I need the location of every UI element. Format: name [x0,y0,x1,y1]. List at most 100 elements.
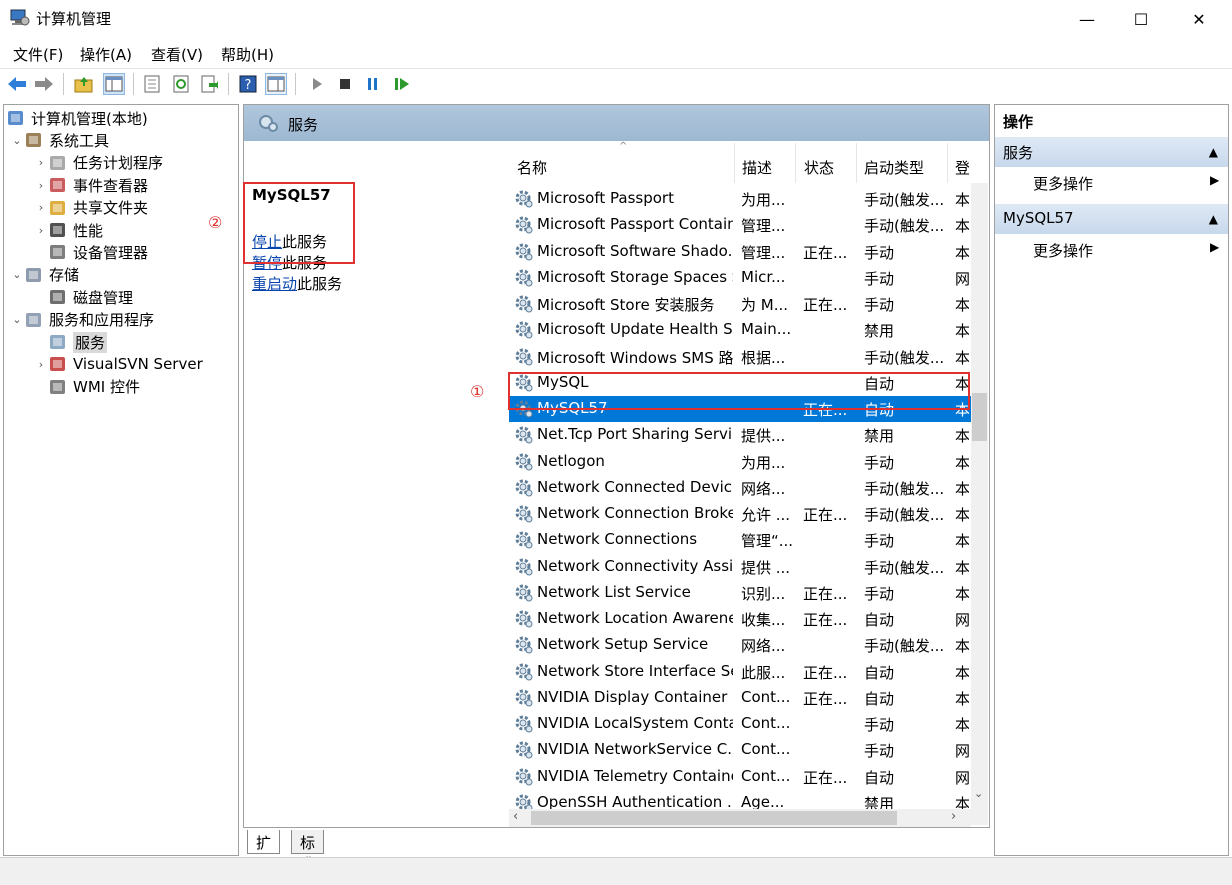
tree-item-label: VisualSVN Server [73,355,203,374]
expand-arrow-icon[interactable]: › [34,179,48,192]
tree-item[interactable]: › 共享文件夹 [4,197,148,219]
tree-item[interactable]: › 性能 [4,219,103,241]
gear-icon [514,740,534,760]
collapse-icon[interactable]: ▲ [1209,145,1218,159]
actions-section-mysql57[interactable]: MySQL57 ▲ [995,204,1228,234]
tab-standard[interactable]: 标准 [291,830,325,873]
scroll-down-icon[interactable]: ⌄ [974,787,983,800]
more-actions-services[interactable]: 更多操作 [1033,173,1093,194]
horizontal-scrollbar[interactable]: ‹ › [509,809,971,827]
expand-arrow-icon[interactable]: ⌄ [10,134,24,147]
service-startup-cell: 自动 [864,689,895,708]
table-row[interactable]: Network Connections 管理“... 手动 本 [509,527,971,553]
shared-folders-icon [48,199,68,217]
table-row[interactable]: Network Location Awarene... 收集... 正在... 自动 网 [509,606,971,632]
minimize-button[interactable]: — [1058,0,1116,38]
forward-arrow-icon[interactable] [33,73,55,95]
back-arrow-icon[interactable] [6,73,28,95]
table-row[interactable]: Network List Service 识别... 正在... 手动 本 [509,580,971,606]
help-icon[interactable]: ? [237,73,259,95]
column-status[interactable]: 状态 [804,157,834,178]
expand-arrow-icon[interactable]: ⌄ [10,313,24,326]
table-row[interactable]: Microsoft Storage Spaces S... Micr... 手动 网 [509,265,971,291]
column-name[interactable]: 名称 [517,157,547,178]
column-startup-type[interactable]: 启动类型 [864,157,924,178]
menu-action[interactable]: 操作(A) [80,44,132,65]
tree-item[interactable]: 服务 [4,331,108,353]
table-row[interactable]: Microsoft Update Health S... Main... 禁用 本 [509,317,971,343]
restart-service-icon[interactable] [391,73,413,95]
table-row[interactable]: Microsoft Windows SMS 路... 根据... 手动(触发... 本 [509,344,971,370]
table-row[interactable]: NVIDIA Telemetry Container Cont... 正在... 自动… [509,764,971,790]
tree-item[interactable]: › 事件查看器 [4,174,148,196]
properties-icon[interactable] [141,73,163,95]
service-logon-cell: 本 [955,663,969,682]
expand-arrow-icon[interactable]: › [34,156,48,169]
table-row[interactable]: NVIDIA LocalSystem Conta... Cont... 手动 本 [509,711,971,737]
tree-item[interactable]: ⌄ 存储 [4,264,79,286]
expand-arrow-icon[interactable]: › [34,358,48,371]
table-row[interactable]: Network Store Interface Se... 此服... 正在... 自… [509,659,971,685]
service-startup-cell: 自动 [864,768,895,787]
annotation-two: ② [208,213,223,232]
service-logon-cell: 本 [955,532,969,551]
restart-service-link[interactable]: 重启动 [252,275,297,293]
service-startup-cell: 自动 [864,663,895,682]
scroll-left-icon[interactable]: ‹ [513,809,518,824]
gear-icon [514,504,534,524]
column-logon[interactable]: 登 [955,157,969,178]
tree-item[interactable]: › 任务计划程序 [4,152,163,174]
actions-section-services[interactable]: 服务 ▲ [995,137,1228,167]
table-row[interactable]: Network Connection Broker 允许 ... 正在... 手动(触… [509,501,971,527]
tree-item[interactable]: ⌄ 系统工具 [4,129,109,151]
table-row[interactable]: Microsoft Store 安装服务 为 M... 正在... 手动 本 [509,291,971,317]
tree-item[interactable]: ⌄ 服务和应用程序 [4,309,154,331]
service-description-cell: Cont... [741,766,791,785]
table-row[interactable]: Network Connectivity Assis... 提供 ... 手动(触发… [509,554,971,580]
close-button[interactable]: ✕ [1170,0,1228,38]
maximize-button[interactable]: ☐ [1112,0,1170,38]
more-actions-mysql57[interactable]: 更多操作 [1033,240,1093,261]
horizontal-scroll-thumb[interactable] [531,811,897,825]
vertical-scroll-thumb[interactable] [972,393,987,441]
expand-arrow-icon[interactable]: › [34,201,48,214]
tree-item[interactable]: 计算机管理(本地) [4,107,148,129]
tree-item[interactable]: 设备管理器 [4,241,148,263]
service-name-cell: Network Connectivity Assis... [537,556,733,575]
table-row[interactable]: Net.Tcp Port Sharing Service 提供... 禁用 本 [509,422,971,448]
export-list-icon[interactable] [198,73,220,95]
show-hide-tree-icon[interactable] [103,73,125,95]
column-description[interactable]: 描述 [742,157,772,178]
table-row[interactable]: Microsoft Passport 为用... 手动(触发... 本 [509,186,971,212]
collapse-icon[interactable]: ▲ [1209,212,1218,226]
tree-item[interactable]: WMI 控件 [4,376,140,398]
table-row[interactable]: Microsoft Passport Container 管理... 手动(触发..… [509,212,971,238]
tree-item[interactable]: › VisualSVN Server [4,353,203,375]
table-row[interactable]: Network Setup Service 网络... 手动(触发... 本 [509,632,971,658]
table-row[interactable]: NVIDIA Display Container LS Cont... 正在... 自… [509,685,971,711]
show-action-pane-icon[interactable] [265,73,287,95]
menu-file[interactable]: 文件(F) [13,44,63,65]
table-row[interactable]: Microsoft Software Shado... 管理... 正在... 手动 本 [509,239,971,265]
tree-item[interactable]: 磁盘管理 [4,286,133,308]
expand-arrow-icon[interactable]: ⌄ [10,268,24,281]
vertical-scrollbar[interactable]: ⌄ [971,183,988,825]
pause-service-icon[interactable] [362,73,384,95]
stop-service-icon[interactable] [334,73,356,95]
table-row[interactable]: Network Connected Devic... 网络... 手动(触发... 本 [509,475,971,501]
menu-help[interactable]: 帮助(H) [221,44,274,65]
task-scheduler-icon [48,154,68,172]
expand-arrow-icon[interactable]: › [34,224,48,237]
service-description-cell: 根据... [741,348,786,367]
menu-view[interactable]: 查看(V) [151,44,203,65]
tree-item-label: 事件查看器 [73,176,149,195]
actions-title: 操作 [1003,113,1034,131]
refresh-icon[interactable] [170,73,192,95]
table-row[interactable]: Netlogon 为用... 手动 本 [509,449,971,475]
actions-section-services-label: 服务 [1003,144,1034,162]
table-row[interactable]: NVIDIA NetworkService C... Cont... 手动 网 [509,737,971,763]
up-folder-icon[interactable] [73,73,95,95]
tab-extended[interactable]: 扩展 [247,830,281,873]
scroll-right-icon[interactable]: › [951,809,956,824]
start-service-icon[interactable] [306,73,328,95]
